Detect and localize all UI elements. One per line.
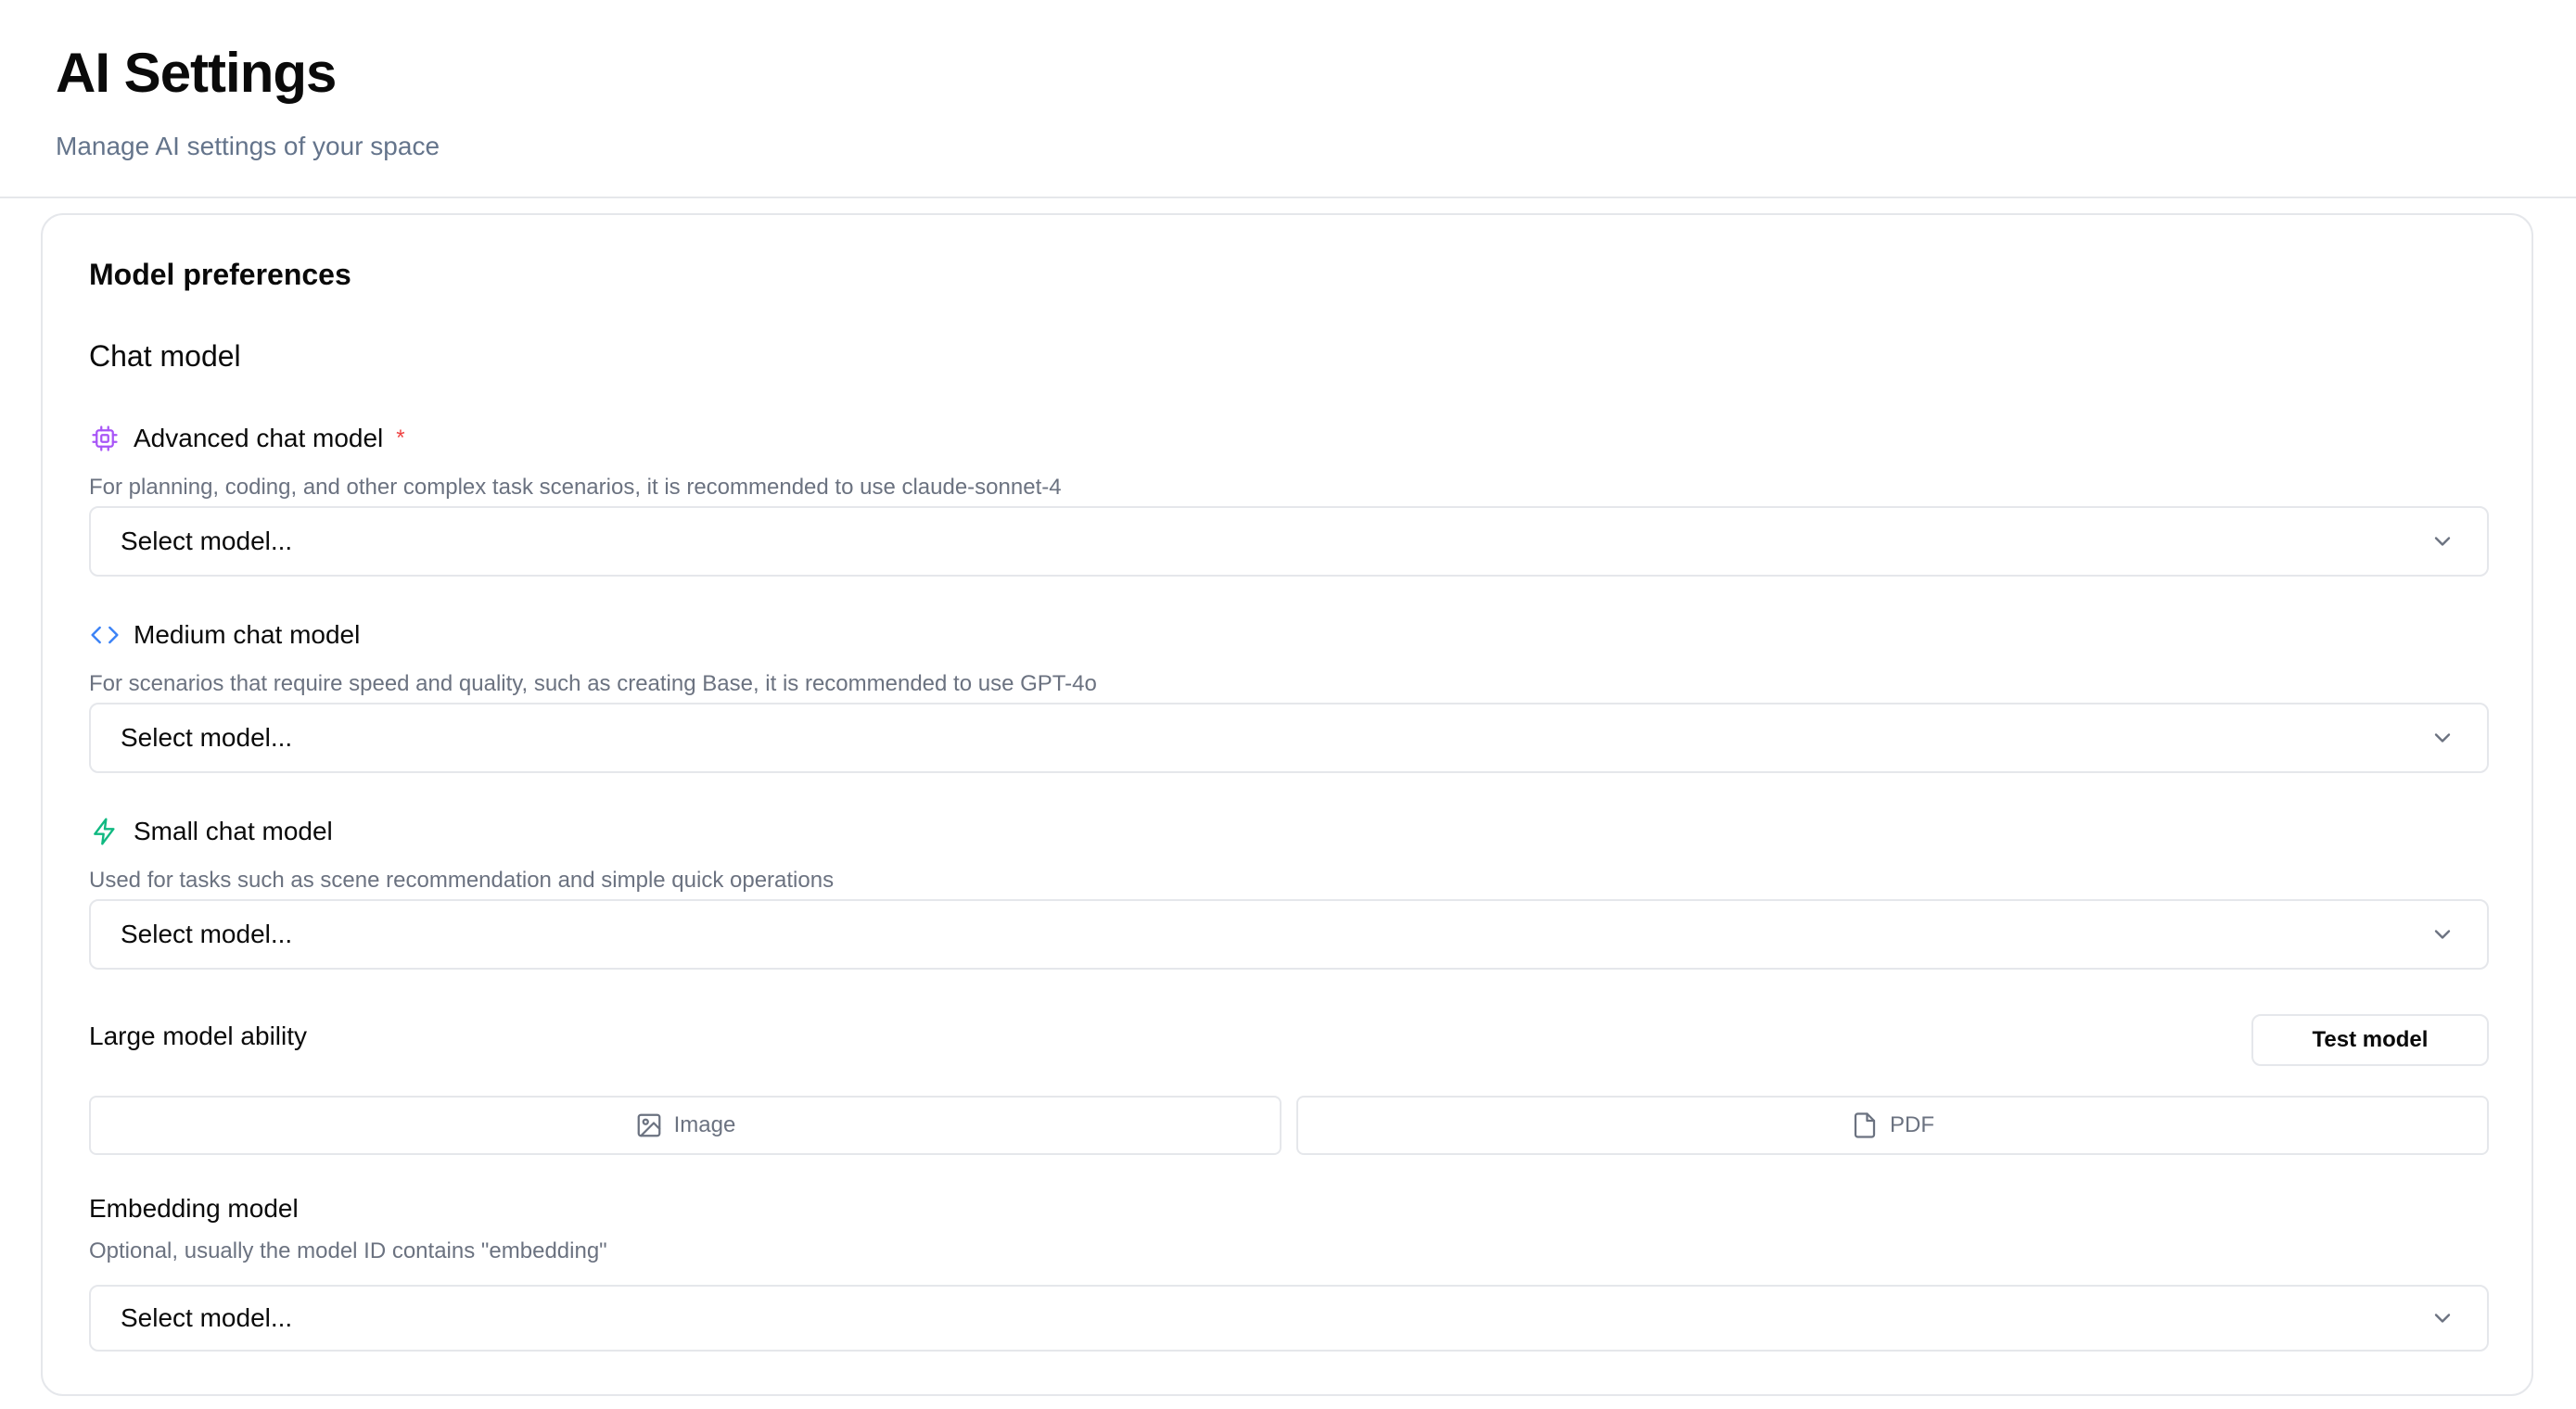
medium-chat-model-select[interactable]: Select model... xyxy=(89,703,2489,773)
page-subtitle: Manage AI settings of your space xyxy=(56,132,440,160)
model-preferences-card: Model preferences Chat model Advanced ch… xyxy=(41,213,2533,1396)
embedding-model-description: Optional, usually the model ID contains … xyxy=(89,1238,607,1263)
zap-icon xyxy=(89,816,121,847)
advanced-chat-model-select[interactable]: Select model... xyxy=(89,506,2489,577)
file-icon xyxy=(1851,1111,1879,1139)
chat-model-section-title: Chat model xyxy=(89,339,241,373)
select-value: Select model... xyxy=(121,723,293,752)
small-chat-model-description: Used for tasks such as scene recommendat… xyxy=(89,868,835,893)
chevron-down-icon xyxy=(2429,528,2455,554)
advanced-chat-model-description: For planning, coding, and other complex … xyxy=(89,475,1062,500)
embedding-model-select[interactable]: Select model... xyxy=(89,1285,2489,1352)
cpu-icon xyxy=(89,423,121,454)
small-chat-model-label: Small chat model xyxy=(89,816,333,847)
embedding-model-label: Embedding model xyxy=(89,1194,299,1223)
ability-pdf-label: PDF xyxy=(1890,1112,1934,1137)
small-chat-model-label-text: Small chat model xyxy=(134,817,333,845)
ability-pdf-button[interactable]: PDF xyxy=(1296,1096,2489,1155)
small-chat-model-select[interactable]: Select model... xyxy=(89,899,2489,970)
medium-chat-model-description: For scenarios that require speed and qua… xyxy=(89,671,1097,696)
chevron-down-icon xyxy=(2429,1305,2455,1331)
chevron-down-icon xyxy=(2429,921,2455,947)
select-value: Select model... xyxy=(121,920,293,948)
chevron-down-icon xyxy=(2429,725,2455,751)
ability-image-label: Image xyxy=(673,1112,736,1137)
advanced-chat-model-label-text: Advanced chat model xyxy=(134,424,384,452)
test-model-button[interactable]: Test model xyxy=(2251,1014,2489,1066)
select-value: Select model... xyxy=(121,1303,293,1332)
code-icon xyxy=(89,619,121,651)
page-header: AI Settings Manage AI settings of your s… xyxy=(0,0,2576,198)
medium-chat-model-label: Medium chat model xyxy=(89,619,360,651)
medium-chat-model-label-text: Medium chat model xyxy=(134,620,361,649)
page-title: AI Settings xyxy=(56,42,337,104)
ability-image-button[interactable]: Image xyxy=(89,1096,1282,1155)
advanced-chat-model-label: Advanced chat model * xyxy=(89,423,405,454)
select-value: Select model... xyxy=(121,527,293,555)
required-asterisk: * xyxy=(396,425,405,451)
card-title: Model preferences xyxy=(89,258,351,291)
image-icon xyxy=(635,1111,663,1139)
large-model-ability-label: Large model ability xyxy=(89,1022,308,1050)
